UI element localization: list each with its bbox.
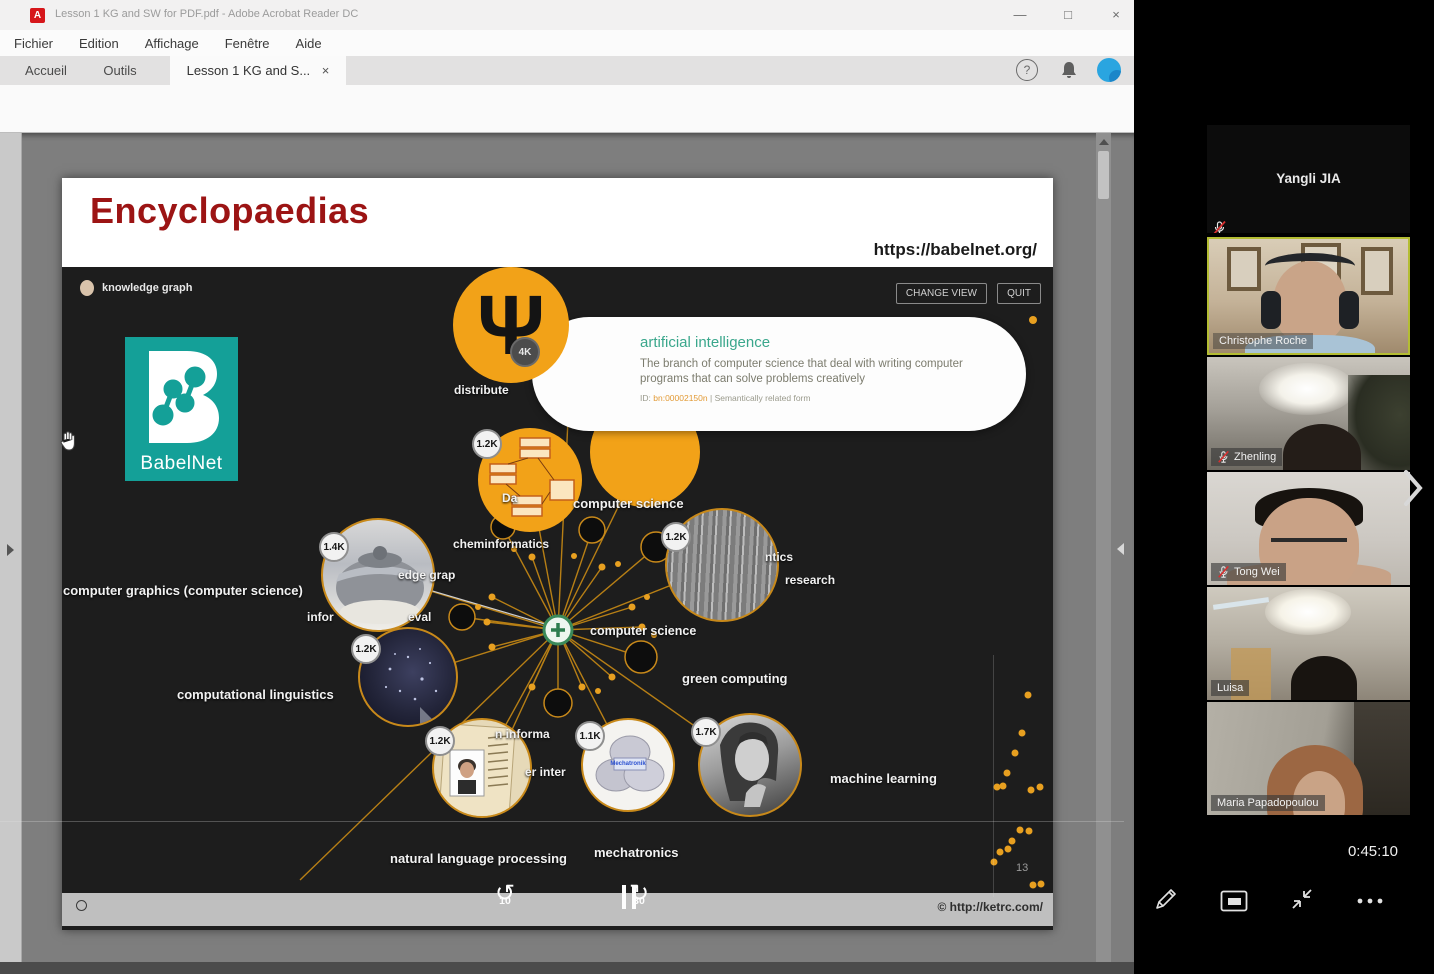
annotate-pencil-icon[interactable]: [1151, 884, 1181, 914]
participant-name: Maria Papadopoulou: [1211, 795, 1325, 811]
menu-bar: Fichier Edition Affichage Fenêtre Aide: [0, 30, 1134, 56]
vertical-scrollbar[interactable]: [1096, 133, 1111, 962]
help-icon[interactable]: ?: [1016, 59, 1038, 81]
next-participants-chevron-icon[interactable]: [1402, 468, 1424, 513]
label-da: Da: [502, 491, 517, 505]
slide-title: Encyclopaedias: [90, 190, 369, 232]
badge-mech: 1.1K: [575, 721, 605, 751]
mechatronics-center-label: Mechatronik: [583, 761, 673, 767]
video-tile-zhenling[interactable]: Zhenling: [1207, 357, 1410, 470]
tooltip-id-value: bn:00002150n: [653, 393, 707, 403]
knowledge-graph-view: knowledge graph CHANGE VIEW QUIT: [62, 267, 1053, 930]
pip-view-icon[interactable]: [1219, 886, 1249, 916]
label-ntics: ntics: [765, 550, 793, 564]
label-er-inter: er inter: [525, 765, 566, 779]
definition-tooltip: artificial intelligence The branch of co…: [532, 317, 1026, 431]
video-tile-christophe[interactable]: Christophe Roche: [1207, 237, 1410, 355]
participant-name: Yangli JIA: [1207, 171, 1410, 186]
badge-idcard: 1.2K: [425, 726, 455, 756]
menu-aide[interactable]: Aide: [296, 36, 322, 51]
label-computer-graphics: computer graphics (computer science): [63, 583, 303, 598]
menu-fenetre[interactable]: Fenêtre: [225, 36, 270, 51]
badge-ai: 4K: [510, 337, 540, 367]
label-n-informa: n informa: [495, 727, 550, 741]
tab-document[interactable]: Lesson 1 KG and S... ×: [170, 56, 346, 85]
player-bar: [62, 893, 1053, 926]
participant-name: Luisa: [1211, 680, 1249, 696]
label-mechatronics: mechatronics: [594, 845, 679, 860]
label-cheminformatics: cheminformatics: [453, 537, 549, 551]
label-nlp: natural language processing: [390, 851, 567, 866]
tab-outils[interactable]: Outils: [90, 56, 150, 85]
window-title: Lesson 1 KG and SW for PDF.pdf - Adobe A…: [55, 8, 358, 20]
participant-name: Zhenling: [1211, 448, 1282, 466]
scroll-up-icon[interactable]: [1099, 139, 1109, 145]
slide-page-number: 13: [1016, 862, 1028, 874]
node-artificial-intelligence: Ψ: [453, 267, 569, 383]
notification-bell-icon[interactable]: [1058, 59, 1080, 86]
player-globe-icon: [76, 900, 87, 911]
badge-statue: 1.2K: [661, 522, 691, 552]
babelnet-url: https://babelnet.org/: [874, 240, 1037, 260]
badge-network: 1.2K: [351, 634, 381, 664]
label-machine-learning: machine learning: [830, 771, 937, 786]
muted-mic-icon: [1217, 450, 1230, 464]
toolbar: 13 / 158 91,1% ▼ ▼: [0, 85, 1134, 133]
video-tile-yangli[interactable]: Yangli JIA: [1207, 125, 1410, 233]
tab-accueil[interactable]: Accueil: [10, 56, 82, 85]
tab-document-label: Lesson 1 KG and S...: [187, 63, 311, 78]
label-green-computing: green computing: [682, 671, 787, 686]
hand-cursor: [58, 430, 78, 457]
left-panel-toggle-icon[interactable]: [7, 544, 14, 556]
forward-30-button: ↻30: [624, 882, 654, 912]
more-options-icon[interactable]: [1355, 886, 1385, 916]
label-computer-science-top: computer science: [573, 496, 684, 511]
badge-data: 1.2K: [472, 429, 502, 459]
badge-portrait: 1.7K: [691, 717, 721, 747]
exit-fullscreen-icon[interactable]: [1287, 884, 1317, 914]
account-avatar[interactable]: [1097, 58, 1121, 82]
acrobat-app-icon: A: [30, 8, 45, 23]
acrobat-window: A Lesson 1 KG and SW for PDF.pdf - Adobe…: [0, 0, 1134, 974]
minimize-button[interactable]: —: [1002, 0, 1038, 30]
maximize-button[interactable]: □: [1050, 0, 1086, 30]
video-artifact-line-v: [993, 655, 994, 897]
video-tile-luisa[interactable]: Luisa: [1207, 587, 1410, 700]
label-computer-science-mid: computer science: [590, 624, 696, 638]
scrollbar-thumb[interactable]: [1098, 151, 1109, 199]
tooltip-term: artificial intelligence: [640, 334, 770, 351]
screen: A Lesson 1 KG and SW for PDF.pdf - Adobe…: [0, 0, 1434, 974]
meeting-panel: Yangli JIA Christophe Roche Zhenling Ton…: [1134, 0, 1434, 974]
label-information-right: eval: [408, 610, 431, 624]
label-distribute: distribute: [454, 383, 509, 397]
video-artifact-line-h: [0, 821, 1124, 822]
label-computational-linguistics: computational linguistics: [177, 687, 334, 702]
tab-bar: Accueil Outils Lesson 1 KG and S... × ?: [0, 56, 1134, 85]
menu-affichage[interactable]: Affichage: [145, 36, 199, 51]
participant-name: Christophe Roche: [1213, 333, 1313, 349]
center-node: [544, 616, 572, 644]
participant-name: Tong Wei: [1211, 563, 1286, 581]
video-tile-maria[interactable]: Maria Papadopoulou: [1207, 702, 1410, 815]
rewind-10-button: ↺10: [490, 882, 520, 912]
muted-mic-icon: [1212, 220, 1227, 233]
badge-teapot: 1.4K: [319, 532, 349, 562]
right-panel-toggle-icon[interactable]: [1117, 543, 1124, 555]
meeting-timer: 0:45:10: [1348, 843, 1398, 860]
bottom-strip: [0, 962, 1134, 974]
menu-fichier[interactable]: Fichier: [14, 36, 53, 51]
label-edge-graph: edge grap: [398, 568, 455, 582]
muted-mic-icon: [1217, 565, 1230, 579]
title-bar: A Lesson 1 KG and SW for PDF.pdf - Adobe…: [0, 0, 1134, 30]
label-research: research: [785, 573, 835, 587]
close-button[interactable]: ×: [1098, 0, 1134, 30]
tab-close-icon[interactable]: ×: [322, 63, 330, 78]
tooltip-id-line: ID: bn:00002150n | Semantically related …: [640, 393, 810, 403]
pdf-page: Encyclopaedias https://babelnet.org/ kno…: [62, 178, 1053, 930]
tooltip-definition: The branch of computer science that deal…: [640, 357, 990, 387]
label-information-left: infor: [307, 610, 334, 624]
copyright-url: © http://ketrc.com/: [937, 900, 1043, 914]
menu-edition[interactable]: Edition: [79, 36, 119, 51]
video-tile-tongwei[interactable]: Tong Wei: [1207, 472, 1410, 585]
